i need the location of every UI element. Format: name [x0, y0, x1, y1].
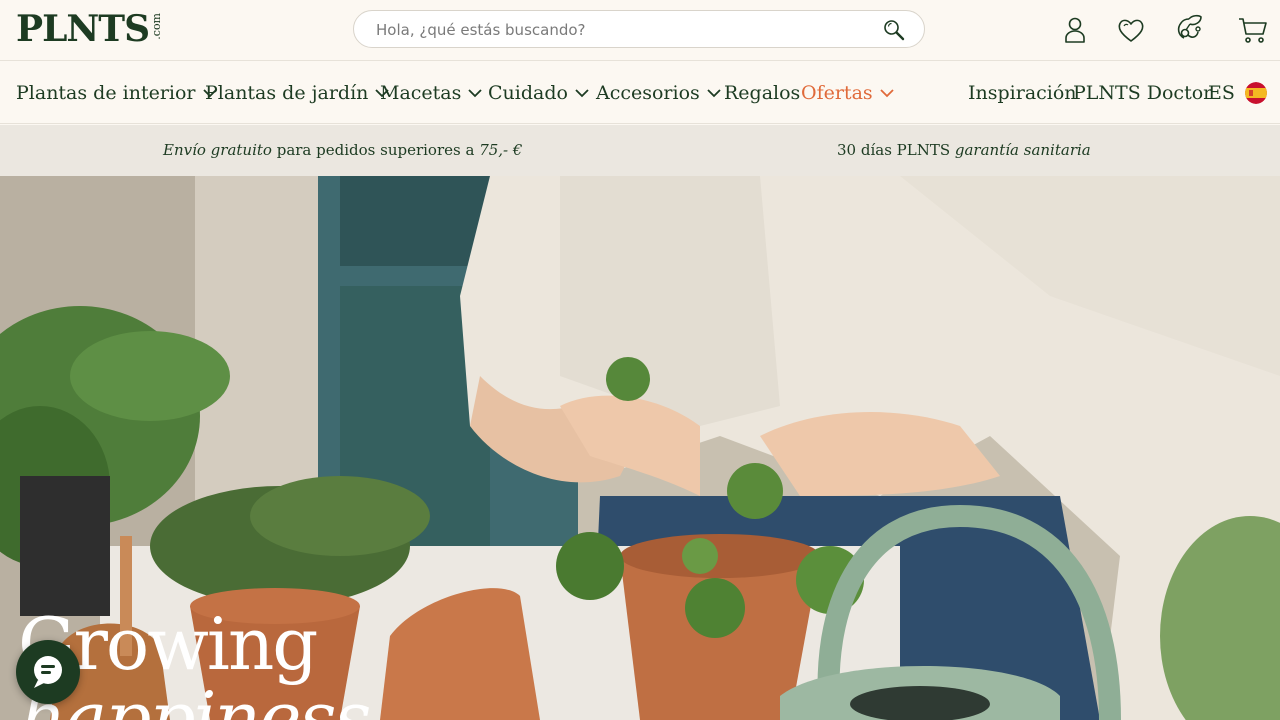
- logo-suffix: .com: [150, 13, 164, 40]
- guarantee-text: 30 días PLNTS garantía sanitaria: [837, 141, 1091, 159]
- nav-item-label: Ofertas: [801, 82, 873, 104]
- language-selector[interactable]: ES: [1208, 81, 1267, 105]
- top-bar: PLNTS .com: [0, 0, 1280, 60]
- plant-doctor-icon[interactable]: [1174, 13, 1204, 43]
- nav-item-inspiracion[interactable]: Inspiración: [968, 81, 1077, 105]
- search-input[interactable]: [374, 11, 858, 48]
- free-shipping-emphasis: Envío gratuito: [163, 141, 272, 159]
- chevron-down-icon: [880, 89, 894, 98]
- nav-item-label: Accesorios: [596, 82, 700, 104]
- nav-item-label: Regalos: [724, 82, 801, 104]
- nav-item-label: Plantas de jardín: [205, 82, 369, 104]
- search-icon[interactable]: [882, 18, 906, 42]
- nav-item-accesorios[interactable]: Accesorios: [596, 81, 722, 105]
- chat-bubble-icon: [34, 656, 62, 688]
- plnts-logo[interactable]: PLNTS .com: [16, 9, 163, 49]
- search-bar[interactable]: [353, 10, 925, 48]
- free-shipping-detail: para pedidos superiores a: [271, 141, 480, 159]
- free-shipping-amount: 75,- €: [479, 141, 523, 159]
- cart-icon[interactable]: [1238, 15, 1268, 45]
- nav-item-label: Macetas: [380, 82, 462, 104]
- heart-icon[interactable]: [1116, 15, 1146, 45]
- spain-flag-icon: [1244, 82, 1267, 104]
- nav-item-label: PLNTS Doctor: [1073, 82, 1213, 104]
- nav-item-macetas[interactable]: Macetas: [380, 81, 483, 105]
- logo-text: PLNTS: [16, 8, 150, 50]
- promo-bar: Envío gratuito para pedidos superiores a…: [0, 125, 1280, 176]
- free-shipping-text: Envío gratuito para pedidos superiores a…: [163, 141, 522, 159]
- account-icon[interactable]: [1060, 15, 1090, 45]
- nav-item-regalos[interactable]: Regalos: [724, 81, 800, 105]
- guarantee-prefix: 30 días PLNTS: [837, 141, 955, 159]
- chevron-down-icon: [707, 89, 721, 98]
- nav-item-label: Inspiración: [968, 82, 1077, 104]
- nav-item-plnts-doctor[interactable]: PLNTS Doctor: [1073, 81, 1212, 105]
- nav-item-label: Cuidado: [488, 82, 568, 104]
- nav-item-plantas-de-interior[interactable]: Plantas de interior: [16, 81, 218, 105]
- main-navigation: Plantas de interior Plantas de jardín Ma…: [0, 60, 1280, 124]
- nav-item-label: Plantas de interior: [16, 82, 196, 104]
- chevron-down-icon: [468, 89, 483, 98]
- nav-item-plantas-de-jardin[interactable]: Plantas de jardín: [205, 81, 390, 105]
- chevron-down-icon: [575, 89, 589, 98]
- language-label: ES: [1208, 82, 1235, 104]
- hero-banner[interactable]: Growing happiness: [0, 176, 1280, 720]
- nav-item-cuidado[interactable]: Cuidado: [488, 81, 590, 105]
- guarantee-emphasis: garantía sanitaria: [954, 141, 1091, 159]
- chat-button[interactable]: [16, 640, 80, 704]
- nav-item-ofertas[interactable]: Ofertas: [801, 81, 895, 105]
